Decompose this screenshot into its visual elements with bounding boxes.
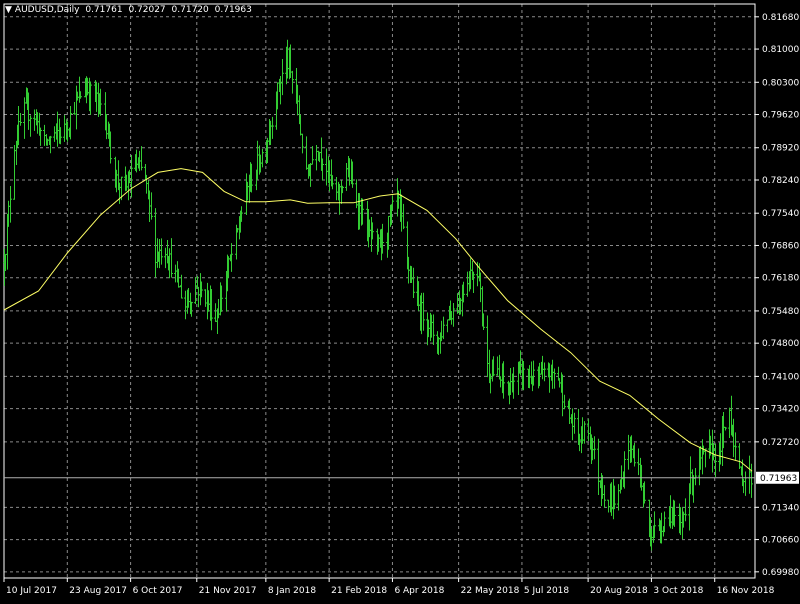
chart-svg: 0.81680 0.81000 0.80300 0.79620 0.78920 0.782… xyxy=(3,3,799,596)
y-tick-label: 0.73420 xyxy=(762,405,799,415)
x-tick-label: 22 May 2018 xyxy=(461,586,520,596)
y-tick-label: 0.74100 xyxy=(762,372,799,382)
y-tick-label: 0.70660 xyxy=(762,536,799,546)
header-arrow-icon[interactable]: ▼ xyxy=(5,5,12,15)
x-tick-label: 3 Oct 2018 xyxy=(653,586,703,596)
y-tick-label: 0.69980 xyxy=(762,568,799,578)
x-tick-label: 10 Jul 2017 xyxy=(6,586,57,596)
y-tick-label: 0.76180 xyxy=(762,274,799,284)
x-tick-label: 21 Nov 2017 xyxy=(199,586,257,596)
y-tick-label: 0.78920 xyxy=(762,144,799,154)
y-tick-label: 0.72720 xyxy=(762,438,799,448)
current-price-label: 0.71963 xyxy=(760,474,797,484)
y-tick-label: 0.80300 xyxy=(762,78,799,88)
y-tick-label: 0.76860 xyxy=(762,241,799,251)
moving-average-line xyxy=(3,168,753,472)
y-tick-label: 0.75480 xyxy=(762,307,799,317)
x-tick-label: 20 Aug 2018 xyxy=(590,586,648,596)
x-tick-label: 21 Feb 2018 xyxy=(331,586,387,596)
y-tick-label: 0.81680 xyxy=(762,13,799,23)
plot-frame xyxy=(3,3,756,579)
symbol-timeframe: AUDUSD,Daily xyxy=(14,5,80,15)
x-tick-label: 6 Apr 2018 xyxy=(394,586,444,596)
low-price: 0.71720 xyxy=(171,5,209,15)
y-tick-label: 0.77540 xyxy=(762,209,799,219)
chart[interactable]: 0.81680 0.81000 0.80300 0.79620 0.78920 0.782… xyxy=(0,0,800,600)
y-tick-label: 0.74800 xyxy=(762,339,799,349)
close-price: 0.71963 xyxy=(214,5,252,15)
y-tick-label: 0.79620 xyxy=(762,111,799,121)
x-tick-label: 16 Nov 2018 xyxy=(717,586,775,596)
x-tick-label: 5 Jul 2018 xyxy=(524,586,569,596)
y-tick-label: 0.71340 xyxy=(762,503,799,513)
high-price: 0.72027 xyxy=(128,5,166,15)
x-tick-label: 6 Oct 2017 xyxy=(133,586,183,596)
open-price: 0.71761 xyxy=(85,5,123,15)
chart-header: ▼ AUDUSD,Daily 0.71761 0.72027 0.71720 0.… xyxy=(5,5,255,15)
x-tick-label: 23 Aug 2017 xyxy=(69,586,127,596)
y-tick-label: 0.81000 xyxy=(762,45,799,55)
x-tick-label: 8 Jan 2018 xyxy=(268,586,316,596)
y-tick-label: 0.78240 xyxy=(762,176,799,186)
